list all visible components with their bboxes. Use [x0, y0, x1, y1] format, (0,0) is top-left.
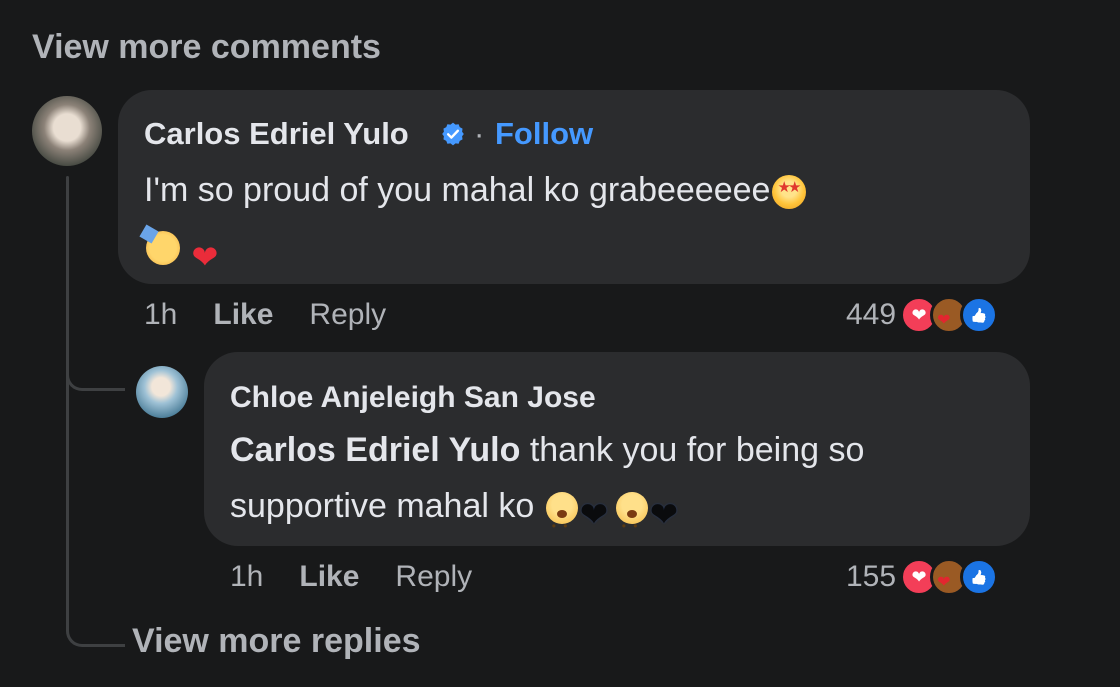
reaction-summary[interactable]: 155 [846, 558, 999, 596]
black-heart-emoji-icon [580, 487, 614, 543]
comment-text-body: I'm so proud of you mahal ko grabeeeeee [144, 171, 771, 209]
comment-actions: 1h Like Reply [144, 298, 386, 332]
like-reaction-icon [960, 558, 999, 596]
thread-connector [66, 350, 125, 391]
comment-text: I'm so proud of you mahal ko grabeeeeee [144, 162, 1004, 285]
comment-timestamp[interactable]: 1h [144, 298, 177, 331]
reply-actions: 1h Like Reply [230, 560, 472, 594]
pleading-face-emoji-icon [615, 492, 648, 554]
reply-button[interactable]: Reply [309, 298, 386, 331]
reply-button[interactable]: Reply [395, 560, 472, 593]
star-struck-emoji-icon [772, 175, 807, 210]
partying-face-emoji-icon [146, 231, 180, 266]
thread-connector [66, 610, 125, 647]
thread-line [66, 176, 69, 628]
avatar[interactable] [136, 366, 188, 418]
black-heart-emoji-icon [650, 487, 684, 543]
separator-dot: · [474, 116, 485, 151]
like-reaction-icon [960, 296, 999, 334]
view-more-replies-link[interactable]: View more replies [132, 622, 421, 661]
reaction-count: 449 [846, 298, 897, 331]
reaction-count: 155 [846, 560, 897, 593]
like-button[interactable]: Like [299, 560, 359, 593]
avatar[interactable] [32, 96, 102, 166]
comment-author-name[interactable]: Carlos Edriel Yulo [144, 116, 409, 152]
follow-button[interactable]: Follow [495, 116, 593, 152]
like-button[interactable]: Like [213, 298, 273, 331]
reply-timestamp[interactable]: 1h [230, 560, 263, 593]
red-heart-emoji-icon [191, 229, 221, 285]
reply-text: Carlos Edriel Yulo thank you for being s… [230, 422, 1020, 554]
mention-link[interactable]: Carlos Edriel Yulo [230, 431, 520, 469]
reply-author-name[interactable]: Chloe Anjeleigh San Jose [230, 381, 596, 415]
view-more-comments-link[interactable]: View more comments [32, 28, 381, 67]
verified-badge-icon [442, 122, 464, 146]
pleading-face-emoji-icon [545, 492, 578, 554]
reaction-summary[interactable]: 449 [846, 296, 999, 334]
